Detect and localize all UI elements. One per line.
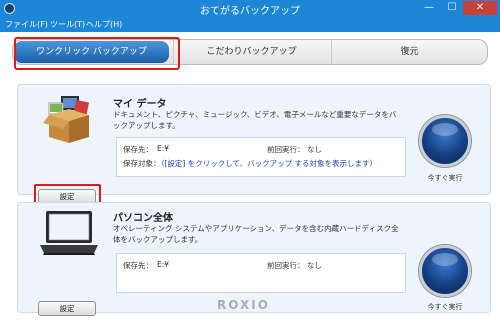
title-bar: おてがるバックアップ — ☐ ✕: [0, 0, 500, 17]
roxio-logo: ROXIO: [217, 298, 270, 312]
destination-label: 保存先：: [123, 145, 153, 154]
menu-file[interactable]: ファイル(F): [5, 19, 48, 30]
tab-custom-backup[interactable]: こだわりバックアップ: [173, 40, 329, 64]
tab-highlight-frame: [14, 37, 180, 70]
menu-bar: ファイル(F) ツール(T) ヘルプ(H): [0, 17, 500, 32]
last-run-value: なし: [307, 261, 322, 270]
minimize-button[interactable]: —: [418, 1, 440, 15]
pc-run-label: 今すぐ実行: [427, 303, 463, 311]
menu-help[interactable]: ヘルプ(H): [86, 19, 122, 30]
destination-value: E:¥: [157, 144, 170, 153]
menu-tools[interactable]: ツール(T): [50, 19, 85, 30]
target-link[interactable]: （[設定] をクリックして、バックアップ する対象を表示します）: [157, 158, 377, 169]
maximize-button[interactable]: ☐: [441, 1, 463, 15]
close-button[interactable]: ✕: [463, 1, 497, 15]
tab-restore[interactable]: 復元: [331, 40, 487, 64]
destination-label: 保存先：: [123, 261, 153, 270]
laptop-icon: [40, 211, 98, 255]
my-data-run-label: 今すぐ実行: [427, 174, 463, 182]
my-data-panel: マイ データ ドキュメント、ピクチャ、ミュージック、ビデオ、電子メールなど重要な…: [17, 84, 491, 209]
my-data-box-icon: [43, 96, 90, 143]
last-run-value: なし: [307, 145, 322, 154]
destination-value: E:¥: [157, 260, 170, 269]
main-content: ワンクリック バックアップ こだわりバックアップ 復元 マイ データ ドキュメン…: [5, 32, 495, 322]
my-data-info-box: 保存先： E:¥ 前回実行： なし 保存対象： （[設定] をクリックして、バッ…: [116, 137, 406, 177]
my-data-description: ドキュメント、ピクチャ、ミュージック、ビデオ、電子メールなど重要なデータをバック…: [113, 110, 397, 130]
pc-description: オペレーティング システムやアプリケーション、データを含む内蔵ハードディスク全体…: [113, 224, 399, 244]
my-data-run-button[interactable]: [419, 115, 471, 167]
pc-info-box: 保存先： E:¥ 前回実行： なし: [116, 253, 406, 293]
pc-title: パソコン全体: [113, 213, 173, 224]
my-data-title: マイ データ: [113, 99, 167, 110]
last-run-label: 前回実行：: [267, 261, 305, 270]
pc-run-button[interactable]: [419, 245, 471, 297]
last-run-label: 前回実行：: [267, 145, 305, 154]
pc-panel: パソコン全体 オペレーティング システムやアプリケーション、データを含む内蔵ハー…: [17, 202, 491, 316]
pc-settings-button[interactable]: 設定: [38, 301, 96, 316]
target-label: 保存対象：: [123, 159, 161, 168]
